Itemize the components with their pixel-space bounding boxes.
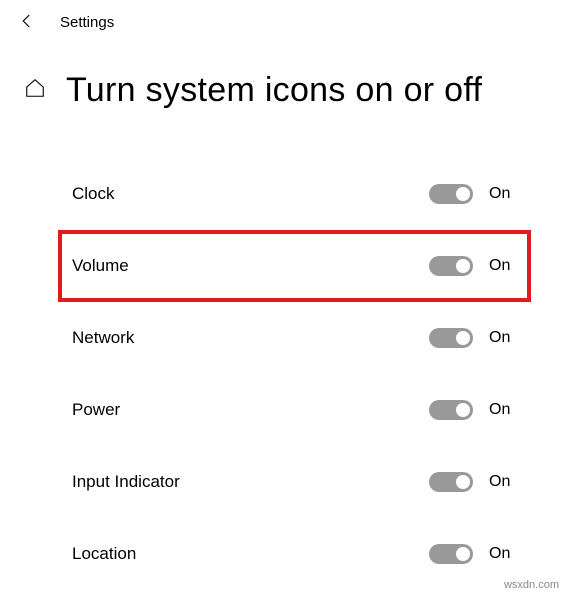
row-label: Volume	[72, 256, 429, 276]
toggle-state-label: On	[489, 257, 519, 275]
settings-row: Location On	[58, 518, 531, 590]
toggle-switch[interactable]	[429, 184, 473, 204]
toggle-switch[interactable]	[429, 544, 473, 564]
toggle-group: On	[429, 544, 519, 564]
toggle-state-label: On	[489, 185, 519, 203]
page-header: Turn system icons on or off	[0, 41, 567, 120]
settings-row: Volume On	[58, 230, 531, 302]
settings-row: Power On	[58, 374, 531, 446]
row-label: Location	[72, 544, 429, 564]
row-label: Clock	[72, 184, 429, 204]
app-title: Settings	[60, 14, 114, 31]
toggle-switch[interactable]	[429, 256, 473, 276]
settings-row: Clock On	[58, 158, 531, 230]
toggle-switch[interactable]	[429, 472, 473, 492]
toggle-switch[interactable]	[429, 400, 473, 420]
toggle-state-label: On	[489, 473, 519, 491]
toggle-group: On	[429, 184, 519, 204]
toggle-group: On	[429, 256, 519, 276]
home-icon[interactable]	[24, 77, 46, 104]
row-label: Network	[72, 328, 429, 348]
toggle-state-label: On	[489, 545, 519, 563]
top-bar: Settings	[0, 0, 567, 41]
row-label: Power	[72, 400, 429, 420]
row-label: Input Indicator	[72, 472, 429, 492]
toggle-switch[interactable]	[429, 328, 473, 348]
settings-row: Network On	[58, 302, 531, 374]
settings-row: Input Indicator On	[58, 446, 531, 518]
toggle-state-label: On	[489, 329, 519, 347]
toggle-group: On	[429, 472, 519, 492]
toggle-state-label: On	[489, 401, 519, 419]
page-title: Turn system icons on or off	[66, 71, 482, 110]
watermark: wsxdn.com	[504, 579, 559, 591]
toggle-group: On	[429, 328, 519, 348]
settings-list: ClockOnVolumeOnNetworkOnPowerOnInput Ind…	[0, 120, 567, 590]
back-button[interactable]	[18, 12, 36, 33]
toggle-group: On	[429, 400, 519, 420]
